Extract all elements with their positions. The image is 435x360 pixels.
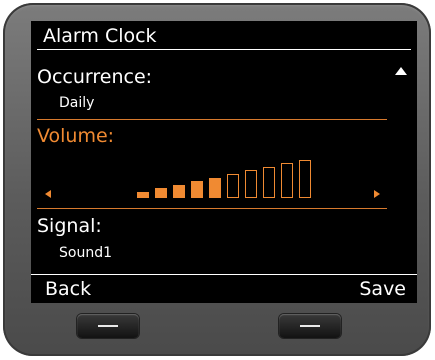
signal-value[interactable]: Sound1 <box>59 245 112 261</box>
volume-bar <box>191 181 203 198</box>
arrow-right-icon[interactable] <box>374 190 380 198</box>
separator <box>37 119 387 120</box>
volume-bar <box>209 177 221 198</box>
screen-title: Alarm Clock <box>37 21 411 50</box>
occurrence-value[interactable]: Daily <box>59 95 94 111</box>
phone-bezel: Alarm Clock Occurrence: Daily Volume: Si… <box>3 3 431 356</box>
display-screen: Alarm Clock Occurrence: Daily Volume: Si… <box>31 21 417 303</box>
volume-bar <box>281 163 293 198</box>
volume-bar <box>155 188 167 198</box>
save-softkey-label[interactable]: Save <box>359 275 406 303</box>
volume-bar <box>137 192 149 198</box>
volume-bar <box>245 170 257 198</box>
arrow-left-icon[interactable] <box>45 190 51 198</box>
volume-bar <box>227 174 239 198</box>
signal-label[interactable]: Signal: <box>37 215 102 237</box>
occurrence-label[interactable]: Occurrence: <box>37 66 152 88</box>
left-softkey-button[interactable] <box>77 314 139 338</box>
volume-bar <box>263 166 275 198</box>
back-softkey-label[interactable]: Back <box>45 275 91 303</box>
right-softkey-button[interactable] <box>279 314 341 338</box>
scroll-up-icon <box>395 67 407 75</box>
separator <box>37 208 387 209</box>
softkey-bar: Back Save <box>31 274 417 303</box>
volume-bar <box>173 184 185 198</box>
volume-bar <box>299 159 311 198</box>
volume-label[interactable]: Volume: <box>37 125 114 147</box>
